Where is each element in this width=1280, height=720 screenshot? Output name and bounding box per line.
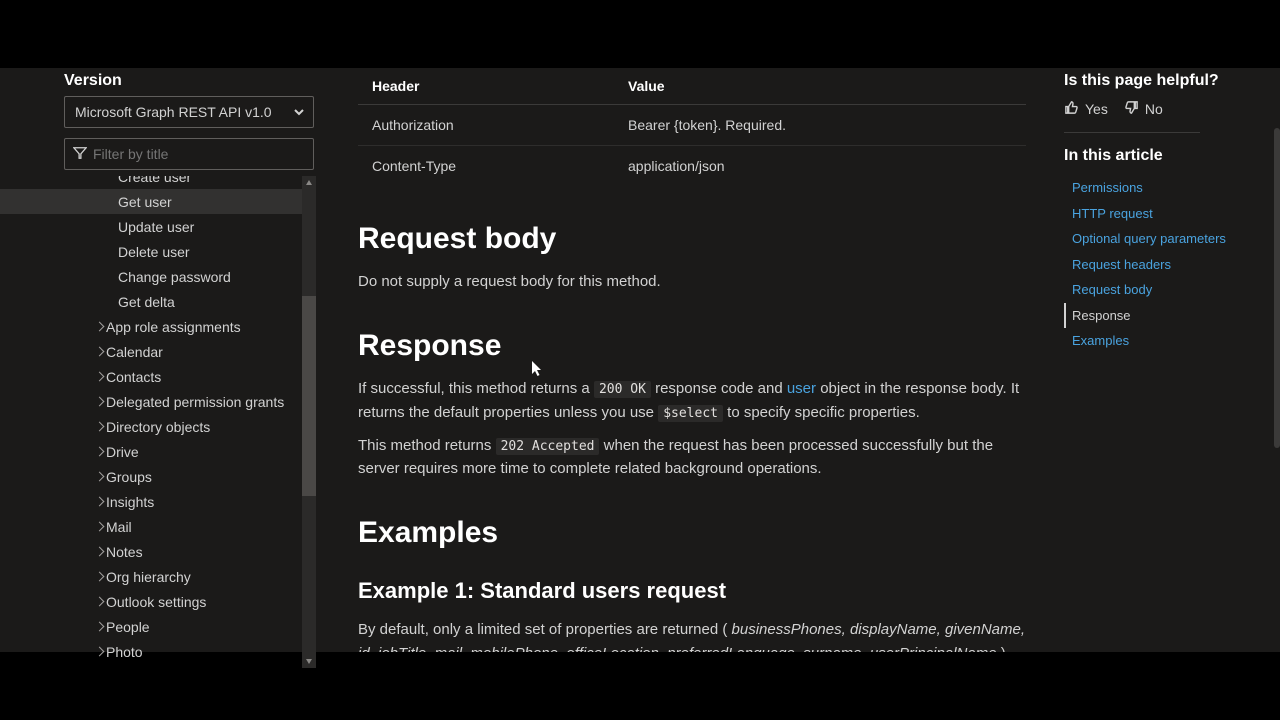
scroll-up-icon[interactable] bbox=[302, 176, 316, 190]
table-header: Header bbox=[358, 68, 614, 105]
nav-leaf[interactable]: Change password bbox=[0, 264, 310, 289]
helpful-question: Is this page helpful? bbox=[1064, 72, 1280, 90]
version-value: Microsoft Graph REST API v1.0 bbox=[75, 104, 272, 120]
nav-branch-label: Mail bbox=[94, 519, 132, 535]
no-label: No bbox=[1145, 101, 1163, 117]
nav-branch[interactable]: App role assignments bbox=[0, 314, 310, 339]
nav-branch-label: Org hierarchy bbox=[94, 569, 191, 585]
version-select[interactable]: Microsoft Graph REST API v1.0 bbox=[64, 96, 314, 128]
nav-leaf[interactable]: Delete user bbox=[0, 239, 310, 264]
nav-branch[interactable]: Planner tasks bbox=[0, 664, 310, 668]
nav-branch[interactable]: Groups bbox=[0, 464, 310, 489]
nav-branch-label: Delegated permission grants bbox=[94, 394, 284, 410]
nav-branch-label: Outlook settings bbox=[94, 594, 206, 610]
nav-branch-label: Calendar bbox=[94, 344, 163, 360]
toc-heading: In this article bbox=[1064, 147, 1280, 165]
mouse-cursor-icon bbox=[532, 361, 544, 377]
no-button[interactable]: No bbox=[1124, 100, 1163, 118]
chevron-down-icon bbox=[293, 105, 305, 117]
nav-branch[interactable]: Directory objects bbox=[0, 414, 310, 439]
nav-branch[interactable]: Calendar bbox=[0, 339, 310, 364]
response-text-1: If successful, this method returns a 200… bbox=[358, 377, 1026, 424]
toc-link[interactable]: Examples bbox=[1064, 328, 1280, 354]
toc-list: PermissionsHTTP requestOptional query pa… bbox=[1064, 175, 1280, 354]
right-sidebar: Is this page helpful? Yes No In this art… bbox=[1064, 68, 1280, 652]
response-text-2: This method returns 202 Accepted when th… bbox=[358, 434, 1026, 481]
nav-branch-label: Drive bbox=[94, 444, 139, 460]
text: This method returns bbox=[358, 437, 496, 454]
nav-branch[interactable]: Mail bbox=[0, 514, 310, 539]
nav-branch-label: Directory objects bbox=[94, 419, 210, 435]
code-202-accepted: 202 Accepted bbox=[496, 438, 600, 455]
nav-leaf[interactable]: Create user bbox=[0, 176, 310, 189]
table-row: Authorization Bearer {token}. Required. bbox=[358, 105, 1026, 146]
code-200-ok: 200 OK bbox=[594, 381, 651, 398]
nav-tree[interactable]: Create userGet userUpdate userDelete use… bbox=[0, 176, 310, 668]
request-body-text: Do not supply a request body for this me… bbox=[358, 270, 1026, 293]
table-row: Content-Type application/json bbox=[358, 146, 1026, 187]
nav-branch[interactable]: Contacts bbox=[0, 364, 310, 389]
heading-request-body: Request body bbox=[358, 222, 1026, 256]
heading-examples: Examples bbox=[358, 516, 1026, 550]
heading-response: Response bbox=[358, 329, 1026, 363]
nav-leaf[interactable]: Get user bbox=[0, 189, 310, 214]
nav-branch-label: People bbox=[94, 619, 150, 635]
text: By default, only a limited set of proper… bbox=[358, 621, 732, 638]
nav-branch[interactable]: Outlook settings bbox=[0, 589, 310, 614]
text: response code and bbox=[651, 380, 787, 397]
filter-input[interactable] bbox=[93, 146, 305, 162]
user-link[interactable]: user bbox=[787, 380, 816, 397]
toc-link[interactable]: HTTP request bbox=[1064, 201, 1280, 227]
nav-leaf[interactable]: Update user bbox=[0, 214, 310, 239]
table-cell: Content-Type bbox=[358, 146, 614, 187]
version-label: Version bbox=[64, 68, 320, 96]
nav-branch[interactable]: Insights bbox=[0, 489, 310, 514]
nav-branch-label: Notes bbox=[94, 544, 143, 560]
nav-branch-label: Photo bbox=[94, 644, 143, 660]
toc-link[interactable]: Request body bbox=[1064, 277, 1280, 303]
yes-button[interactable]: Yes bbox=[1064, 100, 1108, 118]
scrollbar-thumb[interactable] bbox=[302, 296, 316, 496]
nav-branch-label: Insights bbox=[94, 494, 154, 510]
table-cell: Authorization bbox=[358, 105, 614, 146]
nav-branch[interactable]: Photo bbox=[0, 639, 310, 664]
table-cell: Bearer {token}. Required. bbox=[614, 105, 1026, 146]
toc-link[interactable]: Request headers bbox=[1064, 252, 1280, 278]
table-cell: application/json bbox=[614, 146, 1026, 187]
toc-link[interactable]: Permissions bbox=[1064, 175, 1280, 201]
main-content: Header Value Authorization Bearer {token… bbox=[320, 68, 1064, 652]
thumbs-up-icon bbox=[1064, 100, 1079, 118]
nav-branch[interactable]: Delegated permission grants bbox=[0, 389, 310, 414]
nav-leaf[interactable]: Get delta bbox=[0, 289, 310, 314]
nav-branch[interactable]: Drive bbox=[0, 439, 310, 464]
nav-branch[interactable]: People bbox=[0, 614, 310, 639]
filter-icon bbox=[73, 146, 87, 163]
scroll-down-icon[interactable] bbox=[302, 654, 316, 668]
filter-box[interactable] bbox=[64, 138, 314, 170]
page-scrollbar-thumb[interactable] bbox=[1274, 128, 1280, 448]
text: to specify specific properties. bbox=[723, 404, 920, 421]
heading-example-1: Example 1: Standard users request bbox=[358, 578, 1026, 604]
nav-branch[interactable]: Org hierarchy bbox=[0, 564, 310, 589]
divider bbox=[1064, 132, 1200, 133]
toc-link[interactable]: Response bbox=[1064, 303, 1280, 329]
left-sidebar: Version Microsoft Graph REST API v1.0 Cr… bbox=[0, 68, 320, 652]
nav-branch-label: Groups bbox=[94, 469, 152, 485]
toc-link[interactable]: Optional query parameters bbox=[1064, 226, 1280, 252]
nav-branch-label: App role assignments bbox=[94, 319, 241, 335]
yes-label: Yes bbox=[1085, 101, 1108, 117]
thumbs-down-icon bbox=[1124, 100, 1139, 118]
table-header: Value bbox=[614, 68, 1026, 105]
nav-branch-label: Contacts bbox=[94, 369, 161, 385]
text: If successful, this method returns a bbox=[358, 380, 594, 397]
example-1-text: By default, only a limited set of proper… bbox=[358, 618, 1026, 652]
code-select: $select bbox=[658, 405, 723, 422]
nav-branch[interactable]: Notes bbox=[0, 539, 310, 564]
request-headers-table: Header Value Authorization Bearer {token… bbox=[358, 68, 1026, 186]
